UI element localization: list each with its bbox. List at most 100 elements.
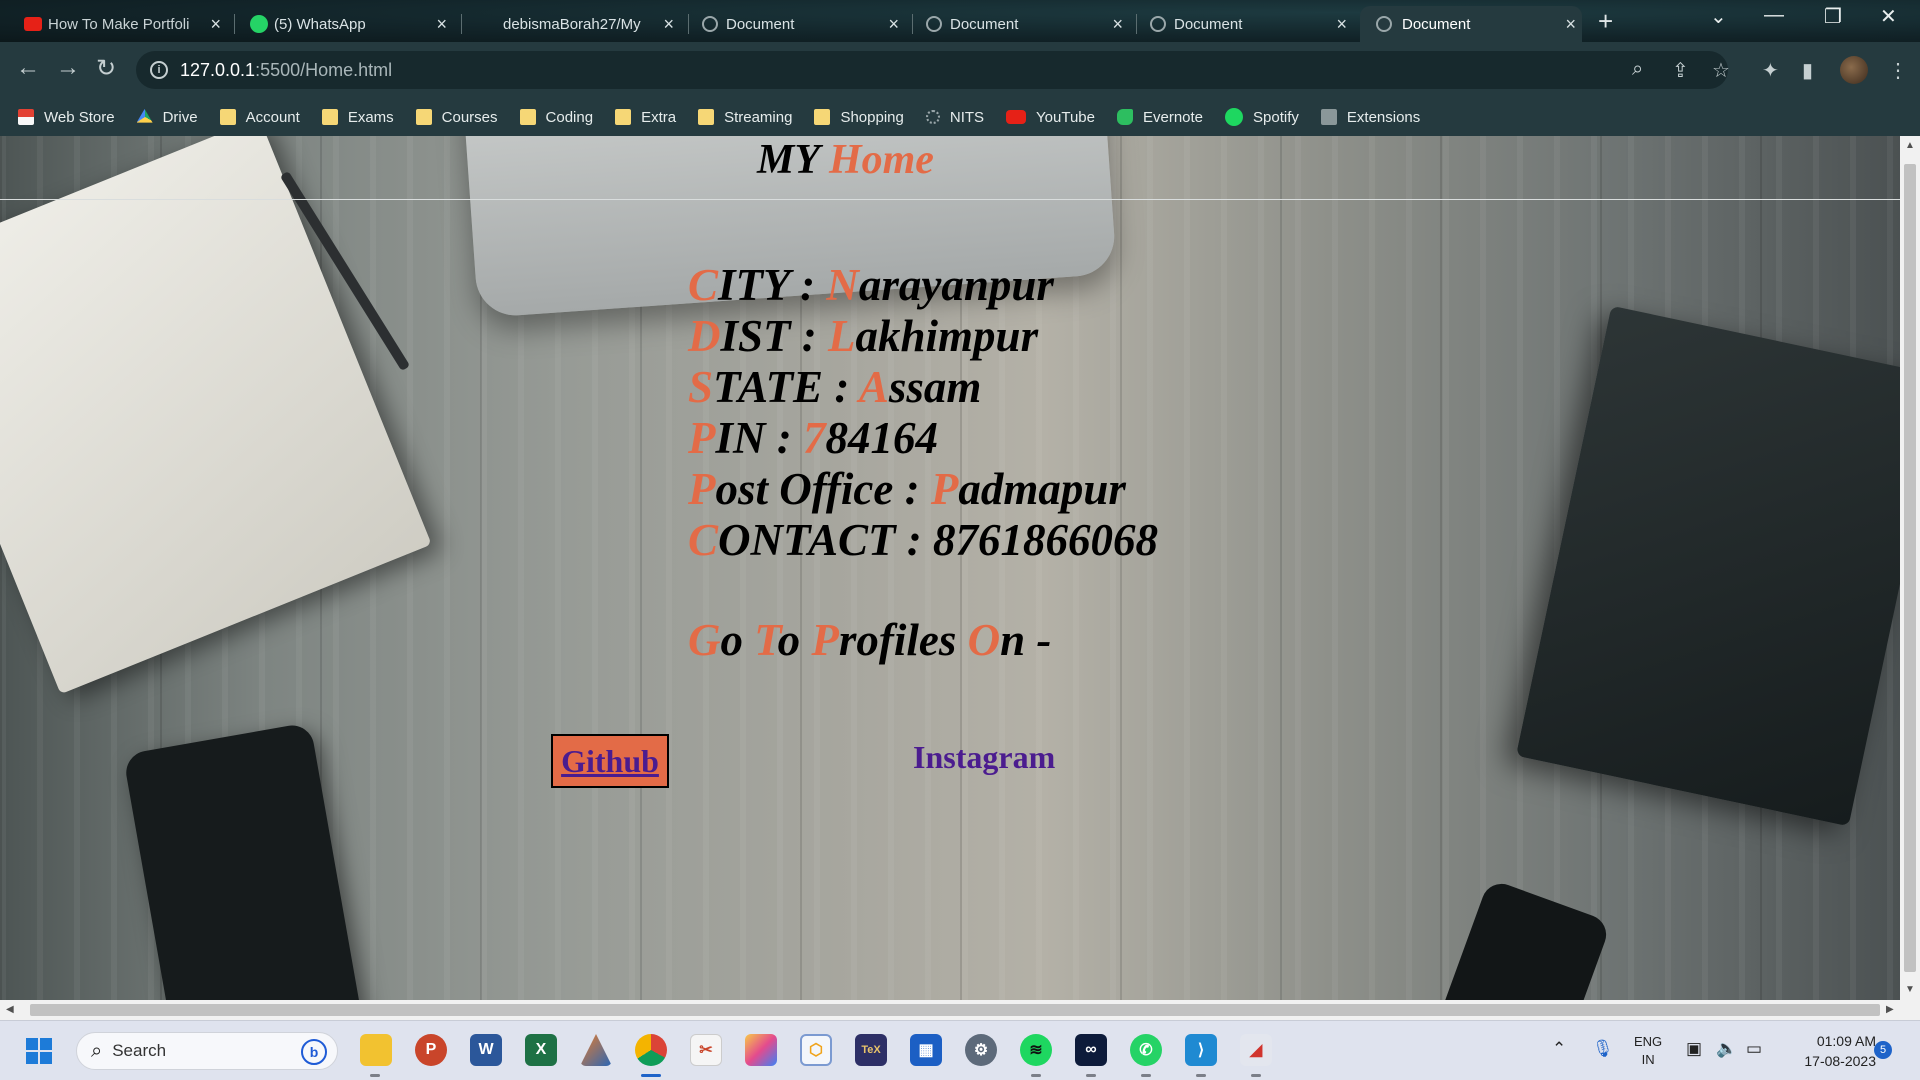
word-initial: T [754, 615, 778, 665]
tab-youtube[interactable]: How To Make Portfoli × [22, 6, 227, 42]
windows-taskbar: ⌕ Search b P W X ✂ ⬡ TeX ▦ ⚙ ≋ ∞ ✆ ⟩ ◢ ⌃… [0, 1020, 1920, 1080]
background-book [1515, 305, 1900, 827]
address-bar[interactable]: i 127.0.0.1:5500/Home.html [136, 51, 1728, 89]
clock[interactable]: 01:09 AM 17-08-2023 [1780, 1031, 1876, 1071]
vertical-scrollbar[interactable]: ▲ ▼ [1900, 136, 1920, 1000]
bookmark-account[interactable]: Account [219, 109, 300, 126]
spotify-icon[interactable]: ≋ [1020, 1034, 1052, 1066]
tab-document-active[interactable]: Document × [1360, 6, 1582, 42]
bing-icon[interactable]: b [301, 1039, 327, 1065]
github-link[interactable]: Github [551, 734, 669, 788]
word-initial: O [967, 615, 1001, 665]
bookmark-extra[interactable]: Extra [615, 109, 676, 126]
language-indicator[interactable]: ENG IN [1634, 1033, 1662, 1069]
texstudio-icon[interactable]: TeX [855, 1034, 887, 1066]
reload-icon[interactable]: ↻ [96, 54, 116, 83]
page-viewport: MY Home CITY : Narayanpur DIST : Lakhimp… [0, 136, 1900, 1000]
redhat-icon[interactable]: ◢ [1240, 1034, 1272, 1066]
horizontal-scroll-thumb[interactable] [30, 1004, 1880, 1016]
share-icon[interactable]: ⇪ [1672, 58, 1689, 83]
scroll-left-icon[interactable]: ◀ [6, 1004, 14, 1015]
address-details: CITY : Narayanpur DIST : Lakhimpur STATE… [688, 260, 1158, 566]
zoom-icon[interactable]: ⌕ [1632, 58, 1643, 81]
instagram-link[interactable]: Instagram [913, 739, 1055, 776]
scroll-up-icon[interactable]: ▲ [1905, 140, 1915, 151]
minimize-button[interactable]: — [1764, 4, 1784, 27]
whatsapp-icon[interactable]: ✆ [1130, 1034, 1162, 1066]
bookmark-youtube[interactable]: YouTube [1006, 109, 1095, 126]
taskbar-search[interactable]: ⌕ Search b [76, 1032, 338, 1070]
vertical-scroll-thumb[interactable] [1904, 164, 1916, 972]
star-icon[interactable]: ☆ [1712, 58, 1730, 83]
label-rest: ost Office : [715, 464, 931, 514]
tab-document-1[interactable]: Document × [700, 6, 905, 42]
bookmark-streaming[interactable]: Streaming [698, 109, 792, 126]
bookmark-label: Coding [545, 108, 594, 126]
webex-icon[interactable]: ∞ [1075, 1034, 1107, 1066]
bookmark-evernote[interactable]: Evernote [1116, 109, 1203, 126]
scroll-right-icon[interactable]: ▶ [1886, 1004, 1894, 1015]
site-info-icon[interactable]: i [150, 61, 168, 79]
brand-second: Home [828, 137, 934, 183]
close-icon[interactable]: × [210, 14, 221, 35]
running-indicator [370, 1074, 380, 1077]
new-tab-button[interactable]: + [1598, 6, 1613, 37]
file-explorer-icon[interactable] [360, 1034, 392, 1066]
microsoft-store-icon[interactable]: ▦ [910, 1034, 942, 1066]
powerpoint-icon[interactable]: P [415, 1034, 447, 1066]
close-icon[interactable]: × [888, 14, 899, 35]
paint-icon[interactable] [745, 1034, 777, 1066]
folder-icon [219, 109, 236, 125]
chrome-icon[interactable] [635, 1034, 667, 1066]
close-icon[interactable]: × [1565, 14, 1576, 35]
network-icon[interactable]: ▣ [1686, 1039, 1702, 1059]
forward-icon[interactable]: → [56, 54, 80, 82]
restore-button[interactable]: ❐ [1824, 4, 1842, 29]
lang-line-2: IN [1641, 1052, 1655, 1067]
virtualbox-icon[interactable]: ⬡ [800, 1034, 832, 1066]
bookmark-web-store[interactable]: Web Store [18, 109, 115, 126]
volume-icon[interactable]: 🔈 [1716, 1039, 1737, 1059]
bookmark-nits[interactable]: NITS [925, 109, 984, 126]
back-icon[interactable]: ← [16, 54, 40, 82]
bookmark-exams[interactable]: Exams [321, 109, 394, 126]
microphone-icon[interactable]: 🎙 [1592, 1039, 1614, 1059]
word-icon[interactable]: W [470, 1034, 502, 1066]
side-panel-icon[interactable]: ▮ [1802, 58, 1813, 83]
extensions-icon[interactable]: ✦ [1762, 58, 1779, 83]
tab-document-3[interactable]: Document × [1148, 6, 1353, 42]
bookmark-courses[interactable]: Courses [415, 109, 498, 126]
horizontal-scrollbar[interactable]: ◀ ▶ [0, 1000, 1920, 1020]
bookmark-drive[interactable]: Drive [136, 109, 198, 126]
scroll-down-icon[interactable]: ▼ [1905, 984, 1915, 995]
notification-badge[interactable]: 5 [1874, 1041, 1892, 1059]
close-window-button[interactable]: ✕ [1880, 4, 1897, 29]
tab-title: Document [726, 15, 795, 33]
menu-icon[interactable]: ⋮ [1888, 58, 1908, 83]
vscode-icon[interactable]: ⟩ [1185, 1034, 1217, 1066]
show-hidden-icons-chevron-icon[interactable]: ⌃ [1552, 1039, 1566, 1059]
bookmark-extensions[interactable]: Extensions [1320, 109, 1420, 126]
bookmark-coding[interactable]: Coding [519, 108, 594, 126]
bookmark-shopping[interactable]: Shopping [814, 108, 904, 126]
tab-document-2[interactable]: Document × [924, 6, 1129, 42]
bookmark-label: Shopping [840, 108, 904, 126]
bookmark-spotify[interactable]: Spotify [1225, 108, 1299, 126]
close-icon[interactable]: × [1336, 14, 1347, 35]
close-icon[interactable]: × [663, 14, 674, 35]
tab-github[interactable]: debismaBorah27/My × [475, 6, 680, 42]
url-host: 127.0.0.1 [180, 59, 256, 80]
info-line-post-office: Post Office : Padmapur [688, 464, 1158, 515]
matlab-icon[interactable] [580, 1034, 612, 1066]
settings-icon[interactable]: ⚙ [965, 1034, 997, 1066]
bookmark-label: Extra [641, 108, 677, 126]
snipping-tool-icon[interactable]: ✂ [690, 1034, 722, 1066]
windows-start-icon[interactable] [26, 1038, 52, 1064]
tab-search-icon[interactable]: ⌄ [1710, 4, 1727, 29]
profile-avatar[interactable] [1840, 56, 1868, 84]
close-icon[interactable]: × [1112, 14, 1123, 35]
close-icon[interactable]: × [436, 14, 447, 35]
tab-whatsapp[interactable]: (5) WhatsApp × [248, 6, 453, 42]
battery-icon[interactable]: ▭ [1746, 1039, 1762, 1059]
excel-icon[interactable]: X [525, 1034, 557, 1066]
